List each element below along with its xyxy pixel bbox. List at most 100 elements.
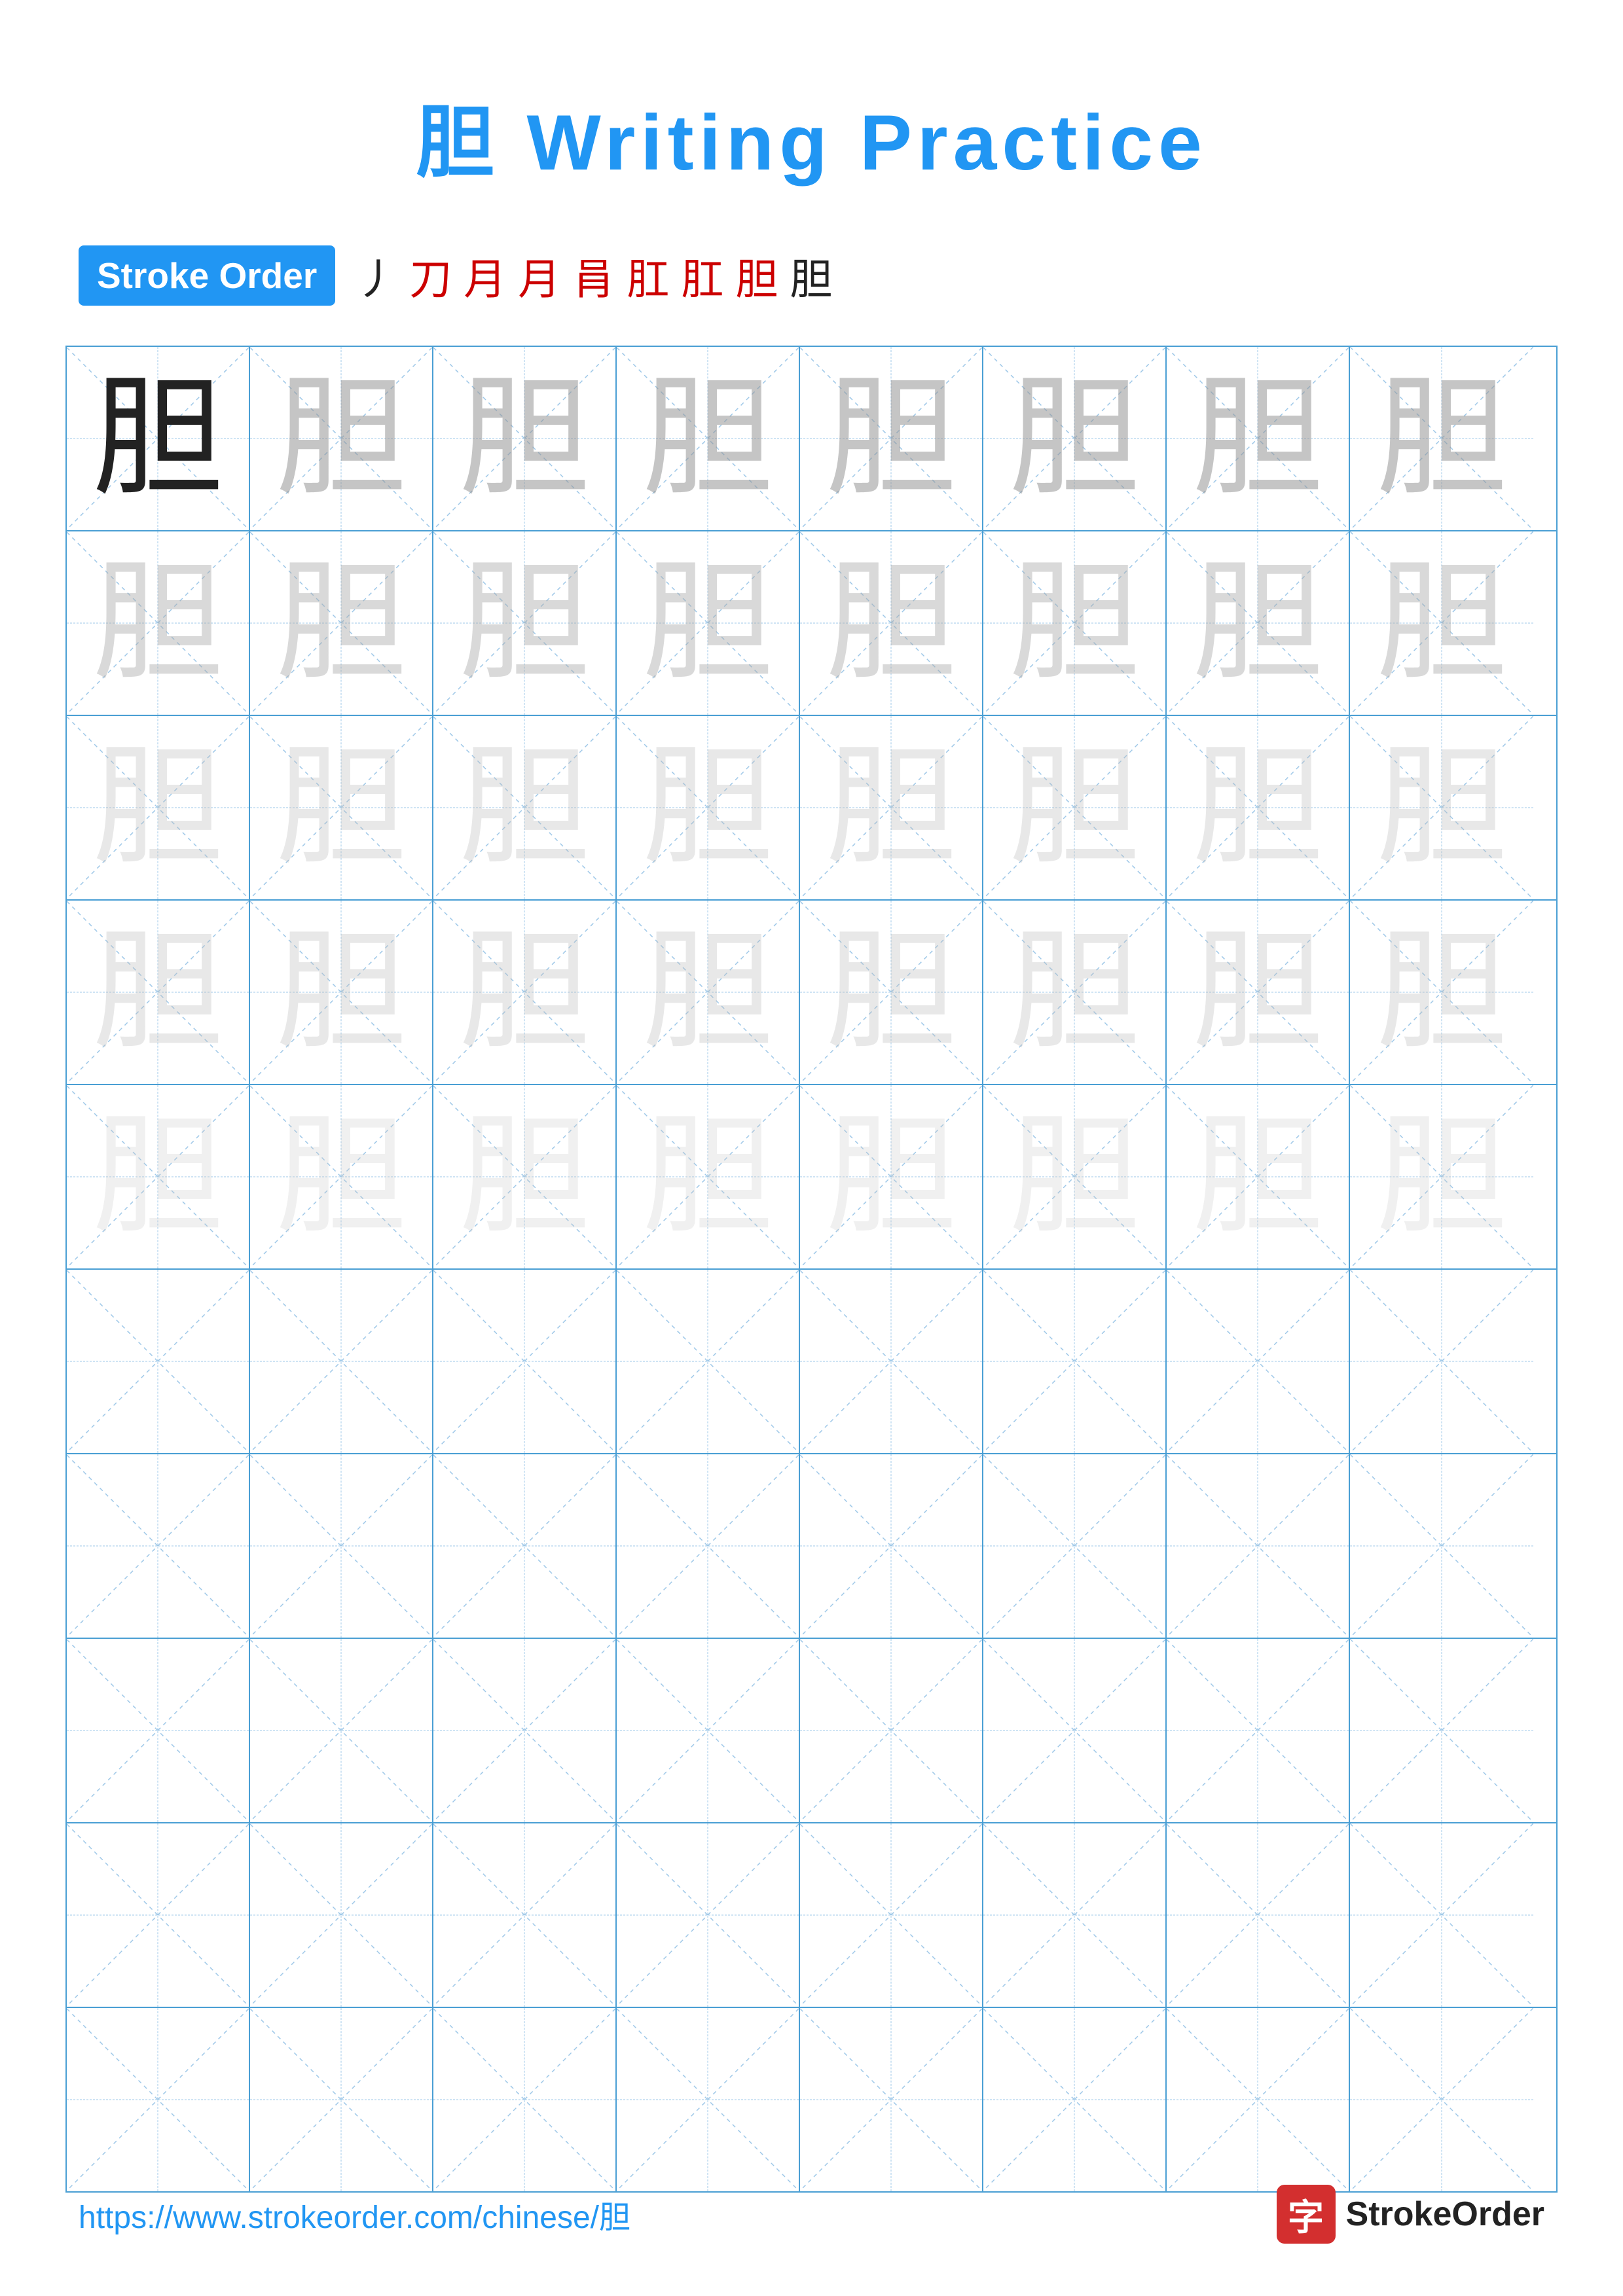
grid-cell[interactable]: 胆 xyxy=(983,901,1167,1084)
grid-cell[interactable] xyxy=(983,1823,1167,2007)
practice-char: 胆 xyxy=(92,1111,223,1242)
grid-cell[interactable]: 胆 xyxy=(617,716,800,899)
grid-cell[interactable] xyxy=(800,1454,983,1638)
grid-cell[interactable]: 胆 xyxy=(800,347,983,530)
grid-cell[interactable]: 胆 xyxy=(1167,347,1350,530)
grid-cell[interactable]: 胆 xyxy=(800,716,983,899)
grid-cell[interactable]: 胆 xyxy=(433,347,617,530)
grid-cell[interactable]: 胆 xyxy=(250,347,433,530)
practice-char: 胆 xyxy=(459,558,590,689)
grid-cell[interactable] xyxy=(1167,1639,1350,1822)
grid-cell[interactable]: 胆 xyxy=(433,901,617,1084)
practice-char: 胆 xyxy=(1376,373,1507,504)
grid-cell[interactable]: 胆 xyxy=(617,901,800,1084)
grid-cell[interactable]: 胆 xyxy=(1167,1085,1350,1268)
grid-cell[interactable]: 胆 xyxy=(67,1085,250,1268)
grid-cell[interactable] xyxy=(67,1823,250,2007)
grid-cell[interactable] xyxy=(1167,1270,1350,1453)
grid-cell[interactable]: 胆 xyxy=(433,1085,617,1268)
stroke-3: 月 xyxy=(464,245,506,306)
grid-cell[interactable] xyxy=(67,2008,250,2191)
grid-cell[interactable] xyxy=(617,1823,800,2007)
grid-cell[interactable]: 胆 xyxy=(617,1085,800,1268)
practice-char: 胆 xyxy=(92,558,223,689)
grid-cell[interactable]: 胆 xyxy=(1350,1085,1533,1268)
practice-char: 胆 xyxy=(459,373,590,504)
grid-cell[interactable] xyxy=(1167,2008,1350,2191)
grid-cell[interactable] xyxy=(617,2008,800,2191)
grid-cell[interactable]: 胆 xyxy=(617,531,800,715)
grid-cell[interactable] xyxy=(433,1270,617,1453)
grid-cell[interactable]: 胆 xyxy=(433,716,617,899)
stroke-5: 肙 xyxy=(572,245,615,306)
grid-cell[interactable]: 胆 xyxy=(617,347,800,530)
stroke-9: 胆 xyxy=(790,245,832,306)
grid-cell[interactable] xyxy=(433,2008,617,2191)
grid-cell[interactable] xyxy=(983,1270,1167,1453)
grid-cell[interactable] xyxy=(800,2008,983,2191)
stroke-4: 月 xyxy=(518,245,560,306)
grid-cell[interactable]: 胆 xyxy=(1350,901,1533,1084)
practice-char: 胆 xyxy=(1192,742,1323,873)
grid-cell[interactable]: 胆 xyxy=(67,531,250,715)
grid-cell[interactable] xyxy=(1350,1639,1533,1822)
footer-url[interactable]: https://www.strokeorder.com/chinese/胆 xyxy=(79,2191,630,2237)
grid-cell[interactable]: 胆 xyxy=(1167,531,1350,715)
grid-cell[interactable] xyxy=(433,1454,617,1638)
grid-cell[interactable] xyxy=(800,1639,983,1822)
grid-cell[interactable]: 胆 xyxy=(250,1085,433,1268)
grid-cell[interactable] xyxy=(983,1454,1167,1638)
grid-cell[interactable]: 胆 xyxy=(983,716,1167,899)
grid-cell[interactable]: 胆 xyxy=(983,1085,1167,1268)
grid-cell[interactable] xyxy=(250,1639,433,1822)
grid-cell[interactable] xyxy=(1350,1823,1533,2007)
grid-cell[interactable] xyxy=(67,1639,250,1822)
grid-cell[interactable] xyxy=(250,1454,433,1638)
grid-cell[interactable]: 胆 xyxy=(983,347,1167,530)
grid-cell[interactable]: 胆 xyxy=(983,531,1167,715)
footer-logo: 字 StrokeOrder xyxy=(1277,2185,1544,2244)
grid-cell[interactable] xyxy=(983,1639,1167,1822)
grid-cell[interactable]: 胆 xyxy=(1350,531,1533,715)
practice-char: 胆 xyxy=(1009,742,1140,873)
grid-cell[interactable]: 胆 xyxy=(1167,716,1350,899)
grid-cell[interactable]: 胆 xyxy=(1350,347,1533,530)
grid-cell[interactable]: 胆 xyxy=(67,716,250,899)
grid-cell[interactable] xyxy=(1350,2008,1533,2191)
grid-cell[interactable]: 胆 xyxy=(800,901,983,1084)
grid-cell[interactable] xyxy=(1350,1270,1533,1453)
strokeorder-logo-icon: 字 xyxy=(1277,2185,1336,2244)
grid-cell[interactable] xyxy=(1167,1823,1350,2007)
grid-cell[interactable]: 胆 xyxy=(250,901,433,1084)
practice-char: 胆 xyxy=(459,1111,590,1242)
grid-cell[interactable]: 胆 xyxy=(800,1085,983,1268)
grid-cell[interactable] xyxy=(800,1270,983,1453)
grid-cell[interactable] xyxy=(983,2008,1167,2191)
grid-cell[interactable]: 胆 xyxy=(433,531,617,715)
grid-cell[interactable] xyxy=(67,1454,250,1638)
grid-cell[interactable] xyxy=(617,1270,800,1453)
grid-cell[interactable] xyxy=(1350,1454,1533,1638)
grid-cell[interactable]: 胆 xyxy=(67,901,250,1084)
practice-char: 胆 xyxy=(642,558,773,689)
grid-cell[interactable] xyxy=(250,2008,433,2191)
stroke-7: 肛 xyxy=(681,245,723,306)
grid-cell[interactable]: 胆 xyxy=(67,347,250,530)
grid-cell[interactable] xyxy=(250,1270,433,1453)
grid-cell[interactable] xyxy=(1167,1454,1350,1638)
grid-cell[interactable] xyxy=(67,1270,250,1453)
practice-char: 胆 xyxy=(1192,1111,1323,1242)
grid-cell[interactable] xyxy=(433,1639,617,1822)
grid-cell[interactable]: 胆 xyxy=(1350,716,1533,899)
practice-char: 胆 xyxy=(642,1111,773,1242)
grid-cell[interactable] xyxy=(617,1639,800,1822)
grid-cell[interactable]: 胆 xyxy=(1167,901,1350,1084)
grid-cell[interactable]: 胆 xyxy=(250,716,433,899)
grid-cell[interactable] xyxy=(250,1823,433,2007)
grid-cell[interactable] xyxy=(617,1454,800,1638)
practice-char: 胆 xyxy=(1009,927,1140,1058)
grid-cell[interactable] xyxy=(800,1823,983,2007)
grid-cell[interactable]: 胆 xyxy=(800,531,983,715)
grid-cell[interactable] xyxy=(433,1823,617,2007)
grid-cell[interactable]: 胆 xyxy=(250,531,433,715)
